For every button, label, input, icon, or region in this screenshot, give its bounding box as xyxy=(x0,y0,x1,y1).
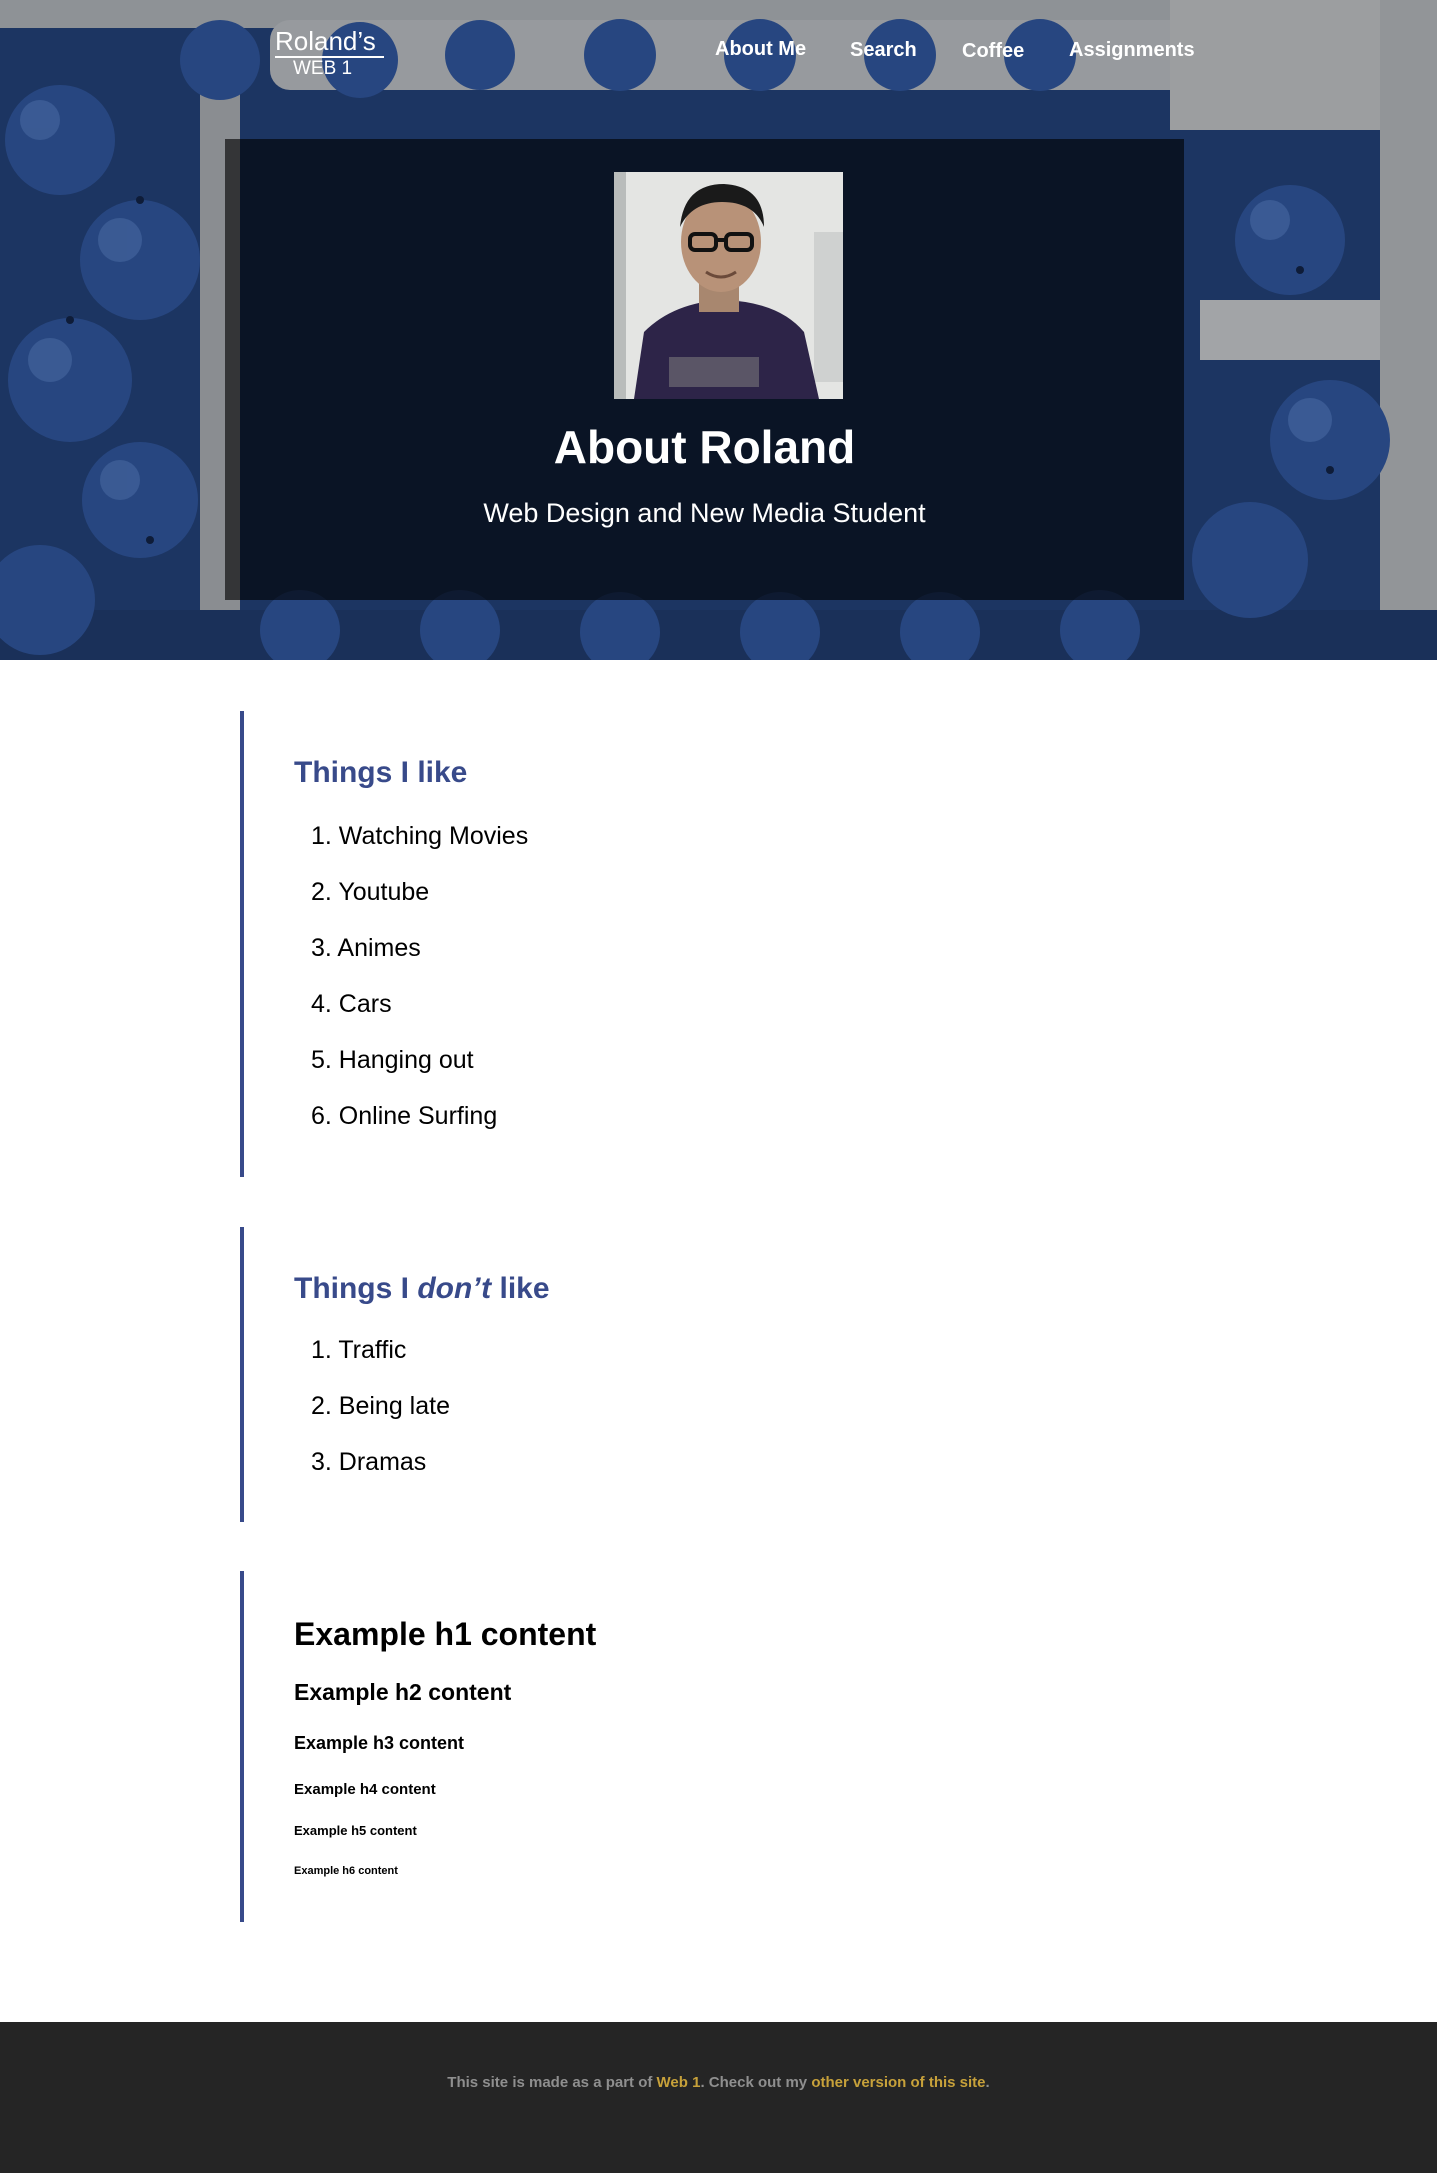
footer-web1-link[interactable]: Web 1 xyxy=(657,2074,701,2091)
list-item: 1. Traffic xyxy=(311,1336,407,1364)
list-item: 1. Watching Movies xyxy=(311,822,529,850)
heading-examples-section: Example h1 content Example h2 content Ex… xyxy=(240,1571,596,1922)
nav-search[interactable]: Search xyxy=(850,39,917,62)
hero-card: About Roland Web Design and New Media St… xyxy=(225,139,1184,600)
footer-other-version-link[interactable]: other version of this site xyxy=(811,2074,985,2091)
nav-coffee[interactable]: Coffee xyxy=(962,40,1024,63)
dislikes-title-after: like xyxy=(491,1272,550,1305)
dislikes-title: Things I don’t like xyxy=(294,1272,550,1306)
example-h2: Example h2 content xyxy=(294,1679,512,1705)
footer-text-middle: . Check out my xyxy=(700,2074,812,2091)
example-h4: Example h4 content xyxy=(294,1781,436,1798)
dislikes-title-before: Things I xyxy=(294,1272,418,1305)
dislikes-list: 1. Traffic 2. Being late 3. Dramas xyxy=(311,1335,450,1503)
nav-about-me[interactable]: About Me xyxy=(715,38,806,61)
site-footer: This site is made as a part of Web 1. Ch… xyxy=(0,2022,1437,2173)
footer-text-before: This site is made as a part of xyxy=(447,2074,657,2091)
nav-assignments[interactable]: Assignments xyxy=(1069,39,1195,62)
list-item: 6. Online Surfing xyxy=(311,1102,498,1130)
likes-title: Things I like xyxy=(294,756,468,789)
page-title: About Roland xyxy=(553,421,856,473)
example-h3: Example h3 content xyxy=(294,1733,465,1753)
list-item: 5. Hanging out xyxy=(311,1046,474,1074)
likes-section: Things I like 1. Watching Movies 2. Yout… xyxy=(240,711,528,1177)
main-nav: About Me Search Coffee Assignments xyxy=(0,38,1437,68)
example-h1: Example h1 content xyxy=(294,1616,597,1652)
likes-list: 1. Watching Movies 2. Youtube 3. Animes … xyxy=(311,821,528,1157)
list-item: 2. Being late xyxy=(311,1392,450,1420)
footer-text: This site is made as a part of Web 1. Ch… xyxy=(0,2074,1437,2091)
hero-header: Roland’s WEB 1 About Me Search Coffee As… xyxy=(0,0,1437,660)
profile-photo xyxy=(614,172,843,399)
list-item: 3. Dramas xyxy=(311,1448,427,1476)
example-h5: Example h5 content xyxy=(294,1823,417,1838)
list-item: 3. Animes xyxy=(311,934,421,962)
footer-text-after: . xyxy=(985,2074,990,2091)
example-h6: Example h6 content xyxy=(294,1865,398,1877)
list-item: 4. Cars xyxy=(311,990,392,1018)
list-item: 2. Youtube xyxy=(311,878,430,906)
dislikes-section: Things I don’t like 1. Traffic 2. Being … xyxy=(240,1227,550,1522)
page-subtitle: Web Design and New Media Student xyxy=(483,498,926,528)
dislikes-title-emphasis: don’t xyxy=(417,1272,492,1305)
